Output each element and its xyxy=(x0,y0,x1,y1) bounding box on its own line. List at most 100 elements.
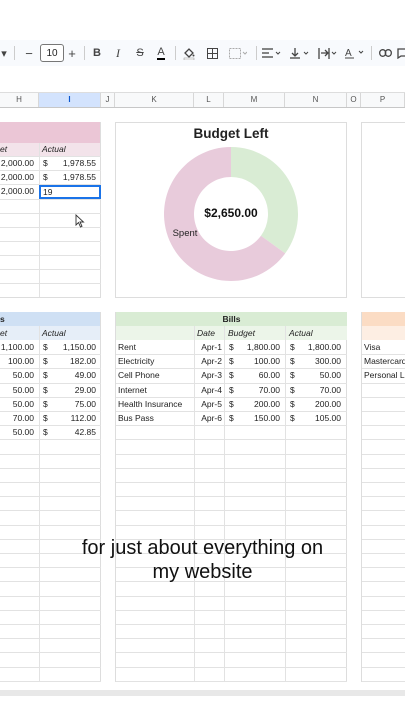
grid-line xyxy=(116,439,347,441)
bill-name-cell[interactable]: Health Insurance xyxy=(118,398,182,411)
income-actual-cell[interactable]: 1,978.55 xyxy=(63,157,96,170)
svg-text:A: A xyxy=(345,48,352,59)
expense-budget-cell[interactable]: 50.00 xyxy=(13,398,34,411)
bill-budget-cell[interactable]: 70.00 xyxy=(259,384,280,397)
column-header-n[interactable]: N xyxy=(285,93,347,107)
bill-budget-currency: $ xyxy=(229,384,234,395)
bill-budget-currency: $ xyxy=(229,356,234,367)
text-color-button[interactable]: A xyxy=(153,40,169,66)
decrease-font-size-button[interactable]: − xyxy=(22,40,36,66)
column-header-l[interactable]: L xyxy=(194,93,224,107)
grid-line xyxy=(362,467,405,469)
bill-budget-cell[interactable]: 150.00 xyxy=(254,412,280,425)
grid-line xyxy=(362,638,405,640)
comment-icon xyxy=(397,47,405,59)
expense-actual-cell[interactable]: 1,150.00 xyxy=(63,341,96,354)
bill-actual-cell[interactable]: 70.00 xyxy=(320,384,341,397)
insert-comment-button[interactable] xyxy=(397,40,405,66)
text-wrapping-button[interactable] xyxy=(317,40,339,66)
expense-budget-cell[interactable]: 50.00 xyxy=(13,369,34,382)
expense-actual-cell[interactable]: 29.00 xyxy=(75,384,96,397)
bill-actual-cell[interactable]: 300.00 xyxy=(315,355,341,368)
income-budget-cell[interactable]: 2,000.00 xyxy=(1,171,34,184)
insert-link-button[interactable] xyxy=(377,40,393,66)
bill-actual-currency: $ xyxy=(290,370,295,381)
card-name-cell[interactable]: Personal L xyxy=(364,369,405,382)
merge-cells-icon xyxy=(229,47,247,59)
bill-budget-currency: $ xyxy=(229,413,234,423)
expense-budget-cell[interactable]: 50.00 xyxy=(13,384,34,397)
bill-actual-currency: $ xyxy=(290,413,295,423)
bill-name-cell[interactable]: Internet xyxy=(118,384,147,397)
expense-actual-cell[interactable]: 182.00 xyxy=(70,355,96,368)
grid-line xyxy=(0,482,101,483)
bill-name-cell[interactable]: Bus Pass xyxy=(118,412,154,425)
right-chart-panel xyxy=(361,122,405,298)
expense-actual-cell[interactable]: 112.00 xyxy=(71,412,96,425)
bill-actual-currency: $ xyxy=(290,356,295,367)
borders-button[interactable] xyxy=(204,40,220,66)
bill-actual-cell[interactable]: 50.00 xyxy=(320,369,341,382)
strikethrough-button[interactable]: S xyxy=(132,40,148,66)
income-table: et Actual 2,000.00 $ 1,978.55 2,000.00 $… xyxy=(0,122,101,298)
column-header-o[interactable]: O xyxy=(347,93,361,107)
text-rotation-button[interactable]: A xyxy=(344,40,366,66)
merge-cells-button[interactable] xyxy=(226,40,250,66)
text-rotation-icon: A xyxy=(345,48,364,59)
expense-actual-cell[interactable]: 49.00 xyxy=(75,369,96,382)
bill-name-cell[interactable]: Cell Phone xyxy=(118,369,160,382)
formatting-toolbar: ▾ − 10 + B I S A A xyxy=(0,40,405,66)
bill-actual-cell[interactable]: 105.00 xyxy=(315,412,341,425)
bill-budget-cell[interactable]: 200.00 xyxy=(254,398,280,411)
bill-date-cell[interactable]: Apr-6 xyxy=(201,412,222,425)
bill-actual-cell[interactable]: 1,800.00 xyxy=(308,341,341,354)
donut-slice-left[interactable] xyxy=(231,147,298,254)
grid-line xyxy=(362,595,405,597)
cards-title-band xyxy=(362,312,405,326)
expense-budget-cell[interactable]: 50.00 xyxy=(13,426,34,439)
card-name-cell[interactable]: Visa xyxy=(364,341,380,354)
income-actual-cell[interactable]: 1,978.55 xyxy=(63,171,96,184)
income-budget-cell[interactable]: 2,000.00 xyxy=(1,157,34,170)
bill-budget-cell[interactable]: 100.00 xyxy=(254,355,280,368)
column-header-m[interactable]: M xyxy=(224,93,285,107)
fill-color-button[interactable] xyxy=(181,40,197,66)
expense-budget-cell[interactable]: 1,100.00 xyxy=(1,341,34,354)
bill-date-cell[interactable]: Apr-3 xyxy=(201,369,222,382)
column-header-p[interactable]: P xyxy=(361,93,405,107)
bill-name-cell[interactable]: Electricity xyxy=(118,355,154,368)
bill-date-cell[interactable]: Apr-1 xyxy=(201,341,222,354)
toolbar-overflow-dropdown[interactable]: ▾ xyxy=(0,40,8,66)
income-budget-cell[interactable]: 2,000.00 xyxy=(1,185,34,198)
bill-date-cell[interactable]: Apr-2 xyxy=(201,355,222,368)
grid-line xyxy=(116,624,347,625)
font-size-input[interactable]: 10 xyxy=(40,44,64,62)
income-actual-header: Actual xyxy=(42,144,66,154)
expense-budget-cell[interactable]: 70.00 xyxy=(13,412,34,425)
bill-date-cell[interactable]: Apr-4 xyxy=(201,384,222,397)
italic-button[interactable]: I xyxy=(110,40,126,66)
expense-actual-cell[interactable]: 75.00 xyxy=(75,398,96,411)
active-cell-editor[interactable]: 19 xyxy=(39,185,101,199)
vertical-align-button[interactable] xyxy=(289,40,311,66)
column-header-h[interactable]: H xyxy=(0,93,39,107)
bold-button[interactable]: B xyxy=(89,40,105,66)
bill-name-cell[interactable]: Rent xyxy=(118,341,136,354)
caption-line-1: for just about everything on xyxy=(81,537,324,559)
expense-budget-cell[interactable]: 100.00 xyxy=(8,355,34,368)
grid-line xyxy=(0,467,101,469)
increase-font-size-button[interactable]: + xyxy=(65,40,79,66)
bill-budget-cell[interactable]: 60.00 xyxy=(259,369,280,382)
column-header-j[interactable]: J xyxy=(101,93,115,107)
bill-date-cell[interactable]: Apr-5 xyxy=(201,398,222,411)
bill-actual-cell[interactable]: 200.00 xyxy=(315,398,341,411)
grid-line xyxy=(0,666,101,668)
column-header-i[interactable]: I xyxy=(39,93,101,107)
bill-budget-cell[interactable]: 1,800.00 xyxy=(247,341,280,354)
expense-actual-cell[interactable]: 42.85 xyxy=(75,426,96,439)
column-header-k[interactable]: K xyxy=(115,93,194,107)
card-name-cell[interactable]: Mastercard xyxy=(364,355,405,368)
video-caption: for just about everything on my website xyxy=(0,536,405,584)
grid-line xyxy=(116,524,347,526)
horizontal-align-button[interactable] xyxy=(261,40,283,66)
